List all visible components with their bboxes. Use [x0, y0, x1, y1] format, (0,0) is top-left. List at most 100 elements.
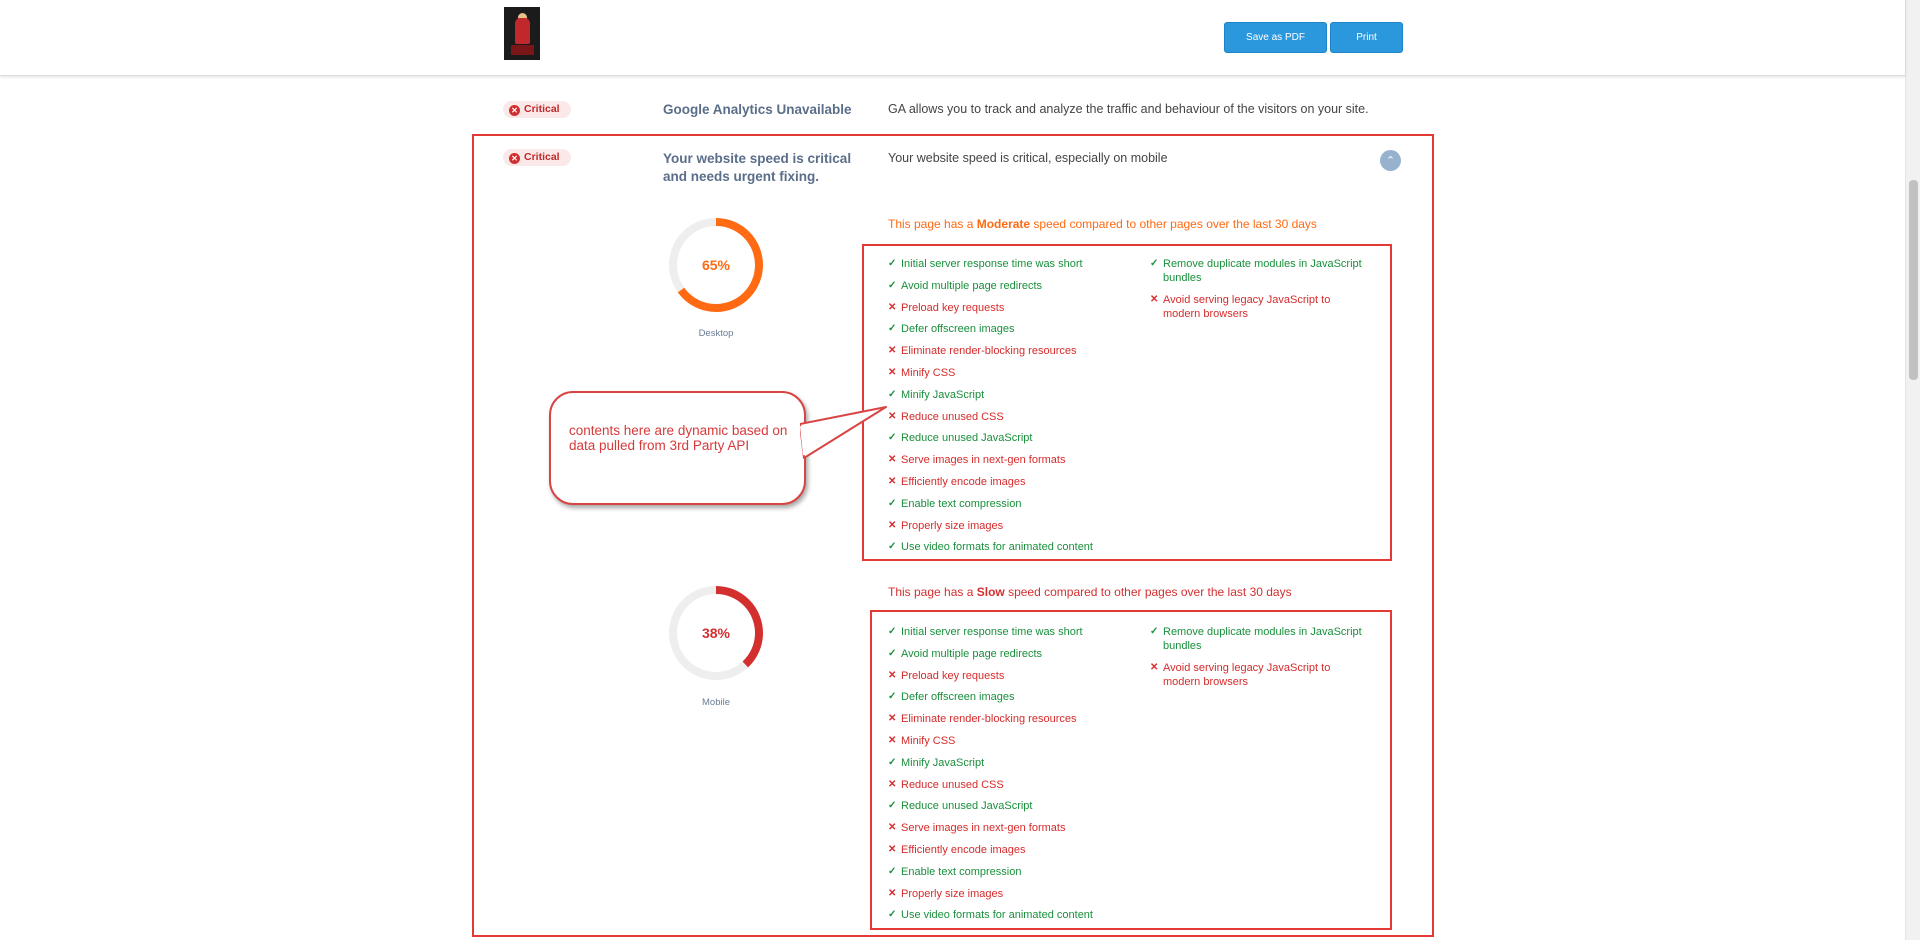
audit-item-label: Avoid multiple page redirects: [901, 647, 1043, 660]
audit-item: ✓ Remove duplicate modules in JavaScript …: [1150, 257, 1370, 285]
cross-icon: ✕: [888, 366, 897, 378]
issue-title-line: Your website speed is critical: [663, 151, 852, 166]
audit-item-label: Minify JavaScript: [901, 756, 985, 769]
desktop-score-gauge: 65%: [667, 216, 765, 314]
audit-item-label: Use video formats for animated content: [901, 541, 1093, 554]
issue-title: Google Analytics Unavailable: [663, 102, 852, 117]
cross-icon: ✕: [888, 713, 897, 725]
audit-item-label: Avoid serving legacy JavaScript to moder…: [1163, 662, 1331, 688]
check-icon: ✓: [888, 323, 897, 335]
audit-item: ✓ Minify JavaScript: [888, 756, 1388, 778]
close-circle-icon: ✕: [509, 105, 520, 116]
audit-item-label: Initial server response time was short: [901, 626, 1083, 638]
audit-item-label: Serve images in next-gen formats: [901, 822, 1066, 835]
cross-icon: ✕: [888, 519, 897, 531]
audit-item-label: Defer offscreen images: [901, 691, 1015, 704]
issue-description: GA allows you to track and analyze the t…: [888, 102, 1369, 116]
audit-item-label: Efficiently encode images: [901, 475, 1026, 488]
check-icon: ✓: [888, 800, 897, 812]
audit-item: ✕ Minify CSS: [888, 734, 1388, 756]
audit-item: ✕ Properly size images: [888, 887, 1388, 909]
audit-item: ✓ Reduce unused JavaScript: [888, 431, 1388, 453]
top-bar: Save as PDF Print: [0, 0, 1905, 76]
speed-summary-prefix: This page has a: [888, 585, 977, 599]
check-icon: ✓: [888, 865, 897, 877]
check-icon: ✓: [888, 279, 897, 291]
audit-item-label: Reduce unused JavaScript: [901, 800, 1033, 813]
chevron-up-icon: ⌃: [1385, 154, 1396, 167]
audit-item-label: Properly size images: [901, 887, 1004, 900]
logo-figure-base: [511, 45, 534, 55]
audit-column: ✓ Remove duplicate modules in JavaScript …: [1150, 257, 1370, 329]
check-icon: ✓: [888, 756, 897, 768]
audit-item: ✕ Eliminate render-blocking resources: [888, 712, 1388, 734]
audit-item-label: Enable text compression: [901, 497, 1022, 510]
audit-item: ✕ Avoid serving legacy JavaScript to mode…: [1150, 293, 1370, 321]
audit-item: ✓ Minify JavaScript: [888, 388, 1388, 410]
audit-item-label: Eliminate render-blocking resources: [901, 345, 1077, 358]
check-icon: ✓: [888, 691, 897, 703]
desktop-score-value: 65%: [701, 257, 731, 273]
audit-item: ✓ Use video formats for animated content: [888, 908, 1388, 930]
issue-title: Your website speed is critical and needs…: [663, 150, 851, 186]
cross-icon: ✕: [888, 843, 897, 855]
mobile-score-gauge: 38%: [667, 584, 765, 682]
issue-description: Your website speed is critical, especial…: [888, 151, 1168, 165]
cross-icon: ✕: [888, 822, 897, 834]
audit-item: ✓ Remove duplicate modules in JavaScript …: [1150, 625, 1370, 653]
desktop-label: Desktop: [698, 328, 734, 339]
cross-icon: ✕: [888, 669, 897, 681]
audit-item: ✕ Serve images in next-gen formats: [888, 453, 1388, 475]
check-icon: ✓: [888, 647, 897, 659]
audit-item: ✓ Enable text compression: [888, 865, 1388, 887]
audit-item-label: Reduce unused CSS: [901, 778, 1004, 791]
critical-badge-label: Critical: [524, 151, 560, 163]
desktop-speed-summary: This page has a Moderate speed compared …: [888, 217, 1317, 231]
save-as-pdf-button[interactable]: Save as PDF: [1224, 22, 1327, 53]
desktop-audit-list: ✓ Initial server response time was short ✓…: [888, 257, 1388, 562]
audit-item: ✕ Serve images in next-gen formats: [888, 821, 1388, 843]
check-icon: ✓: [888, 497, 897, 509]
callout-text: contents here are dynamic based on data …: [569, 423, 788, 453]
check-icon: ✓: [888, 909, 897, 921]
speed-summary-suffix: speed compared to other pages over the l…: [1004, 585, 1292, 599]
check-icon: ✓: [1150, 626, 1159, 637]
audit-item-label: Reduce unused JavaScript: [901, 432, 1033, 445]
speed-summary-suffix: speed compared to other pages over the l…: [1030, 217, 1317, 231]
print-button[interactable]: Print: [1330, 22, 1403, 53]
audit-item-label: Eliminate render-blocking resources: [901, 713, 1077, 726]
mobile-label: Mobile: [702, 697, 730, 708]
cross-icon: ✕: [888, 887, 897, 899]
audit-item: ✕ Efficiently encode images: [888, 843, 1388, 865]
page-scrollbar[interactable]: [1905, 0, 1920, 940]
audit-item-label: Minify JavaScript: [901, 388, 985, 401]
cross-icon: ✕: [888, 734, 897, 746]
close-circle-icon: ✕: [509, 153, 520, 164]
audit-item-label: Use video formats for animated content: [901, 909, 1093, 922]
speed-summary-prefix: This page has a: [888, 217, 977, 231]
logo-figure-body: [515, 18, 530, 44]
audit-column: ✓ Remove duplicate modules in JavaScript …: [1150, 625, 1370, 697]
site-logo[interactable]: [504, 7, 540, 60]
audit-item: ✕ Avoid serving legacy JavaScript to mode…: [1150, 661, 1370, 689]
callout-pointer: [800, 406, 887, 459]
check-icon: ✓: [888, 626, 897, 637]
cross-icon: ✕: [888, 345, 897, 357]
issue-title-line: and needs urgent fixing.: [663, 169, 820, 184]
audit-item: ✕ Reduce unused CSS: [888, 410, 1388, 432]
audit-item: ✕ Properly size images: [888, 519, 1388, 541]
audit-item-label: Avoid serving legacy JavaScript to moder…: [1163, 294, 1331, 320]
audit-item: ✕ Efficiently encode images: [888, 475, 1388, 497]
cross-icon: ✕: [1150, 662, 1159, 673]
critical-badge-label: Critical: [524, 103, 560, 115]
annotation-callout: contents here are dynamic based on data …: [549, 391, 806, 505]
cross-icon: ✕: [1150, 294, 1159, 305]
cross-icon: ✕: [888, 778, 897, 790]
check-icon: ✓: [888, 541, 897, 553]
collapse-button[interactable]: ⌃: [1380, 150, 1401, 171]
speed-rating: Moderate: [976, 217, 1031, 231]
scrollbar-thumb[interactable]: [1909, 180, 1918, 380]
audit-item: ✕ Minify CSS: [888, 366, 1388, 388]
audit-item-label: Minify CSS: [901, 366, 956, 379]
audit-item-label: Remove duplicate modules in JavaScript b…: [1163, 258, 1362, 284]
